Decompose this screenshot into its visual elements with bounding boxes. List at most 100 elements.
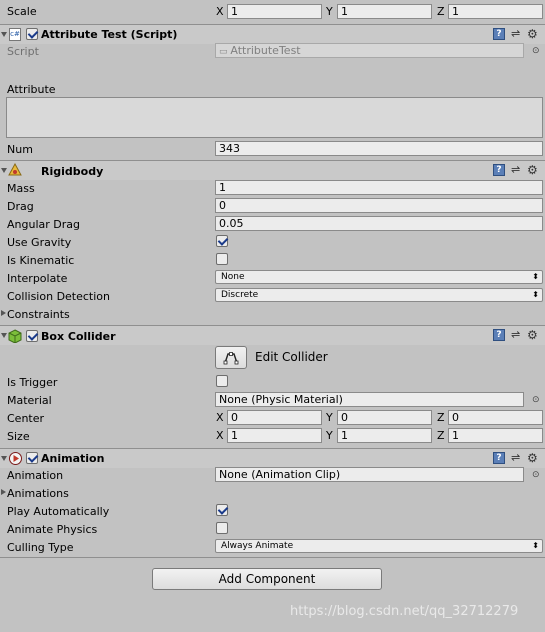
use-gravity-label: Use Gravity [7, 236, 72, 249]
size-z-field[interactable]: 1 [448, 428, 543, 443]
animation-header-icons: ? ⇌ ⚙ [493, 451, 543, 465]
preset-icon[interactable]: ⇌ [511, 451, 520, 465]
help-icon[interactable]: ? [493, 452, 505, 464]
dropdown-arrows-icon: ⬍ [532, 541, 539, 550]
center-y-field[interactable]: 0 [337, 410, 432, 425]
is-kinematic-label: Is Kinematic [7, 254, 75, 267]
interpolate-label: Interpolate [7, 272, 68, 285]
script-field: ▭ AttributeTest [215, 43, 524, 58]
angular-drag-label: Angular Drag [7, 218, 80, 231]
preset-icon[interactable]: ⇌ [511, 163, 520, 177]
help-icon[interactable]: ? [493, 28, 505, 40]
rigidbody-icon [8, 162, 22, 177]
foldout-arrow-icon[interactable] [1, 310, 6, 316]
edit-collider-label: Edit Collider [255, 350, 328, 364]
preset-icon[interactable]: ⇌ [511, 328, 520, 342]
object-picker-icon[interactable]: ⊙ [532, 394, 540, 406]
scale-x-axis-label[interactable]: X [216, 4, 224, 19]
script-asset-icon: ▭ [219, 47, 231, 57]
culling-type-label: Culling Type [7, 541, 74, 554]
scale-z-field[interactable]: 1 [448, 4, 543, 19]
help-icon[interactable]: ? [493, 329, 505, 341]
scale-z-axis-label[interactable]: Z [437, 4, 445, 19]
preset-icon[interactable]: ⇌ [511, 27, 520, 41]
num-label: Num [7, 143, 33, 156]
is-trigger-label: Is Trigger [7, 376, 58, 389]
material-label: Material [7, 394, 52, 407]
use-gravity-checkbox[interactable] [216, 235, 228, 247]
box-collider-header-icons: ? ⇌ ⚙ [493, 328, 543, 342]
attribute-label: Attribute [7, 83, 56, 96]
interpolate-value: None [221, 272, 245, 282]
scale-y-field[interactable]: 1 [337, 4, 432, 19]
animate-physics-checkbox[interactable] [216, 522, 228, 534]
size-y-axis-label[interactable]: Y [326, 428, 333, 443]
foldout-arrow-icon[interactable] [1, 489, 6, 495]
rigidbody-title: Rigidbody [41, 165, 104, 178]
animation-title: Animation [41, 452, 105, 465]
dropdown-arrows-icon: ⬍ [532, 290, 539, 299]
edit-collider-button[interactable] [215, 346, 247, 369]
angular-drag-field[interactable]: 0.05 [215, 216, 543, 231]
gear-icon[interactable]: ⚙ [527, 451, 538, 465]
script-label: Script [7, 45, 39, 58]
center-y-axis-label[interactable]: Y [326, 410, 333, 425]
script-file-icon: c# [9, 28, 21, 41]
center-x-axis-label[interactable]: X [216, 410, 224, 425]
center-z-axis-label[interactable]: Z [437, 410, 445, 425]
scale-y-axis-label[interactable]: Y [326, 4, 333, 19]
box-collider-icon [8, 329, 22, 344]
add-component-button[interactable]: Add Component [152, 568, 382, 590]
help-icon[interactable]: ? [493, 164, 505, 176]
num-field[interactable]: 343 [215, 141, 543, 156]
constraints-label[interactable]: Constraints [7, 308, 70, 321]
gear-icon[interactable]: ⚙ [527, 328, 538, 342]
animation-enabled-checkbox[interactable] [26, 452, 38, 464]
script-value: AttributeTest [230, 44, 301, 57]
culling-type-dropdown[interactable]: Always Animate ⬍ [215, 539, 543, 553]
foldout-arrow-icon[interactable] [1, 32, 7, 37]
collision-detection-label: Collision Detection [7, 290, 111, 303]
culling-type-value: Always Animate [221, 541, 294, 551]
animation-clip-label: Animation [7, 469, 64, 482]
collision-detection-value: Discrete [221, 290, 259, 300]
box-collider-title: Box Collider [41, 330, 116, 343]
gear-icon[interactable]: ⚙ [527, 27, 538, 41]
attribute-test-title: Attribute Test (Script) [41, 28, 178, 41]
animations-label[interactable]: Animations [7, 487, 69, 500]
attribute-test-header-icons: ? ⇌ ⚙ [493, 27, 543, 41]
watermark: https://blog.csdn.net/qq_32712279 [290, 604, 519, 619]
attribute-test-enabled-checkbox[interactable] [26, 28, 38, 40]
size-y-field[interactable]: 1 [337, 428, 432, 443]
animation-clip-field[interactable]: None (Animation Clip) [215, 467, 524, 482]
gear-icon[interactable]: ⚙ [527, 163, 538, 177]
scale-label: Scale [7, 5, 37, 18]
attribute-textarea[interactable] [6, 97, 543, 138]
center-z-field[interactable]: 0 [448, 410, 543, 425]
size-x-field[interactable]: 1 [227, 428, 322, 443]
size-x-axis-label[interactable]: X [216, 428, 224, 443]
object-picker-icon[interactable]: ⊙ [532, 469, 540, 481]
play-automatically-checkbox[interactable] [216, 504, 228, 516]
size-label: Size [7, 430, 30, 443]
dropdown-arrows-icon: ⬍ [532, 272, 539, 281]
box-collider-enabled-checkbox[interactable] [26, 330, 38, 342]
rigidbody-header-icons: ? ⇌ ⚙ [493, 163, 543, 177]
foldout-arrow-icon[interactable] [1, 456, 7, 461]
foldout-arrow-icon[interactable] [1, 168, 7, 173]
collision-detection-dropdown[interactable]: Discrete ⬍ [215, 288, 543, 302]
foldout-arrow-icon[interactable] [1, 333, 7, 338]
center-x-field[interactable]: 0 [227, 410, 322, 425]
is-trigger-checkbox[interactable] [216, 375, 228, 387]
object-picker-icon[interactable]: ⊙ [532, 45, 540, 57]
material-field[interactable]: None (Physic Material) [215, 392, 524, 407]
animation-icon [9, 452, 22, 465]
scale-x-field[interactable]: 1 [227, 4, 322, 19]
drag-field[interactable]: 0 [215, 198, 543, 213]
size-z-axis-label[interactable]: Z [437, 428, 445, 443]
divider [0, 557, 545, 558]
interpolate-dropdown[interactable]: None ⬍ [215, 270, 543, 284]
mass-field[interactable]: 1 [215, 180, 543, 195]
edit-collider-icon [223, 352, 239, 365]
is-kinematic-checkbox[interactable] [216, 253, 228, 265]
